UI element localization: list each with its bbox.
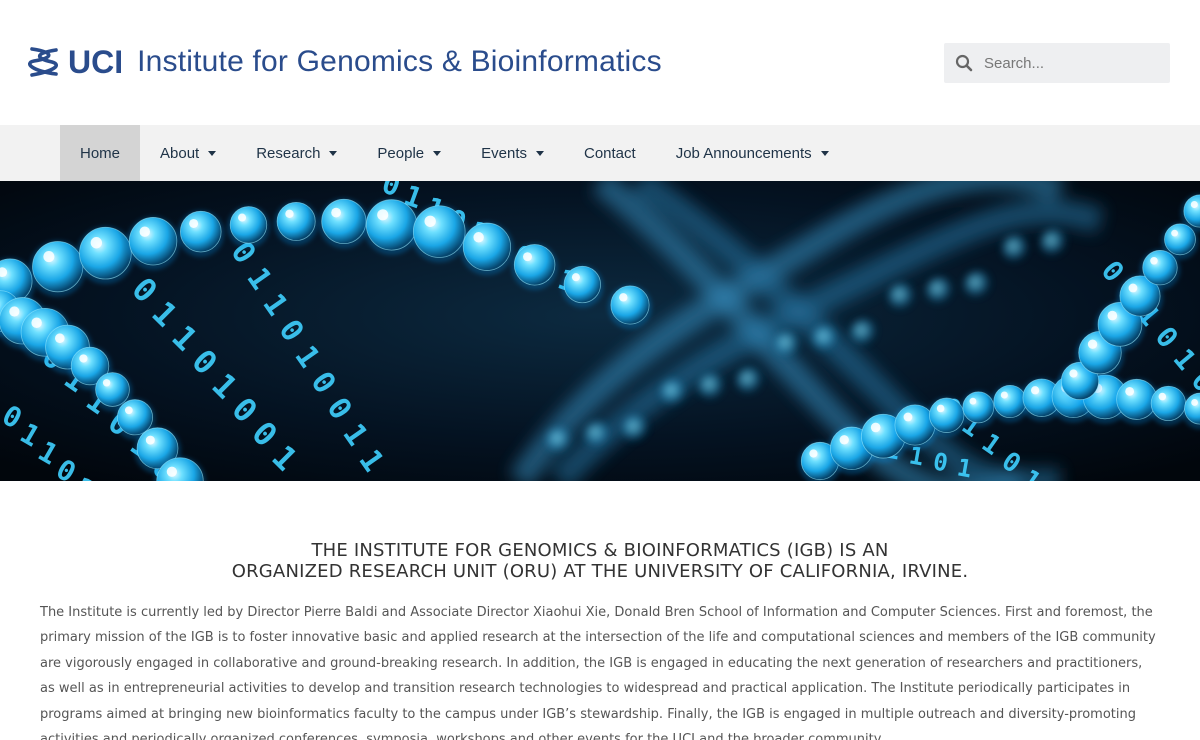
nav-item-contact[interactable]: Contact bbox=[564, 125, 656, 181]
dna-helix-icon bbox=[28, 47, 58, 77]
nav-item-people[interactable]: People bbox=[357, 125, 461, 181]
nav-item-label: Events bbox=[481, 144, 527, 162]
nav-item-label: Job Announcements bbox=[675, 144, 812, 162]
nav-list: Home About Research People Events Contac… bbox=[60, 125, 849, 181]
headline-line-1: THE INSTITUTE FOR GENOMICS & BIOINFORMAT… bbox=[311, 540, 889, 561]
logo-institute-text: Institute for Genomics & Bioinformatics bbox=[137, 45, 662, 78]
nav-item-research[interactable]: Research bbox=[236, 125, 357, 181]
nav-item-label: About bbox=[160, 144, 200, 162]
main-navigation: Home About Research People Events Contac… bbox=[0, 125, 1200, 181]
caret-down-icon bbox=[536, 150, 544, 156]
caret-down-icon bbox=[208, 150, 217, 156]
nav-item-label: Contact bbox=[584, 144, 636, 162]
page-headline: THE INSTITUTE FOR GENOMICS & BIOINFORMAT… bbox=[0, 540, 1200, 582]
hero-banner: 0110100101101001011010011011010011011010… bbox=[0, 181, 1200, 481]
nav-item-label: Research bbox=[256, 144, 321, 162]
nav-item-job-announcements[interactable]: Job Announcements bbox=[656, 125, 849, 181]
nav-item-home[interactable]: Home bbox=[60, 125, 141, 181]
site-header: UCI Institute for Genomics & Bioinformat… bbox=[0, 0, 1200, 125]
caret-down-icon bbox=[433, 150, 442, 156]
caret-down-icon bbox=[820, 150, 829, 156]
nav-item-events[interactable]: Events bbox=[461, 125, 564, 181]
intro-paragraph: The Institute is currently led by Direct… bbox=[40, 605, 1156, 740]
headline-line-2: ORGANIZED RESEARCH UNIT (ORU) AT THE UNI… bbox=[231, 561, 969, 582]
search-icon[interactable] bbox=[944, 43, 984, 83]
logo-uci-text: UCI bbox=[68, 43, 124, 80]
site-logo-link[interactable]: UCI Institute for Genomics & Bioinformat… bbox=[28, 42, 662, 82]
nav-item-label: People bbox=[377, 144, 425, 162]
search-box bbox=[944, 43, 1170, 83]
caret-down-icon bbox=[329, 150, 338, 156]
dna-binary-helix-image: 0110100101101001011010011011010011011010… bbox=[0, 181, 1200, 481]
nav-item-about[interactable]: About bbox=[140, 125, 236, 181]
nav-item-label: Home bbox=[80, 144, 121, 162]
search-input[interactable] bbox=[984, 54, 1164, 72]
